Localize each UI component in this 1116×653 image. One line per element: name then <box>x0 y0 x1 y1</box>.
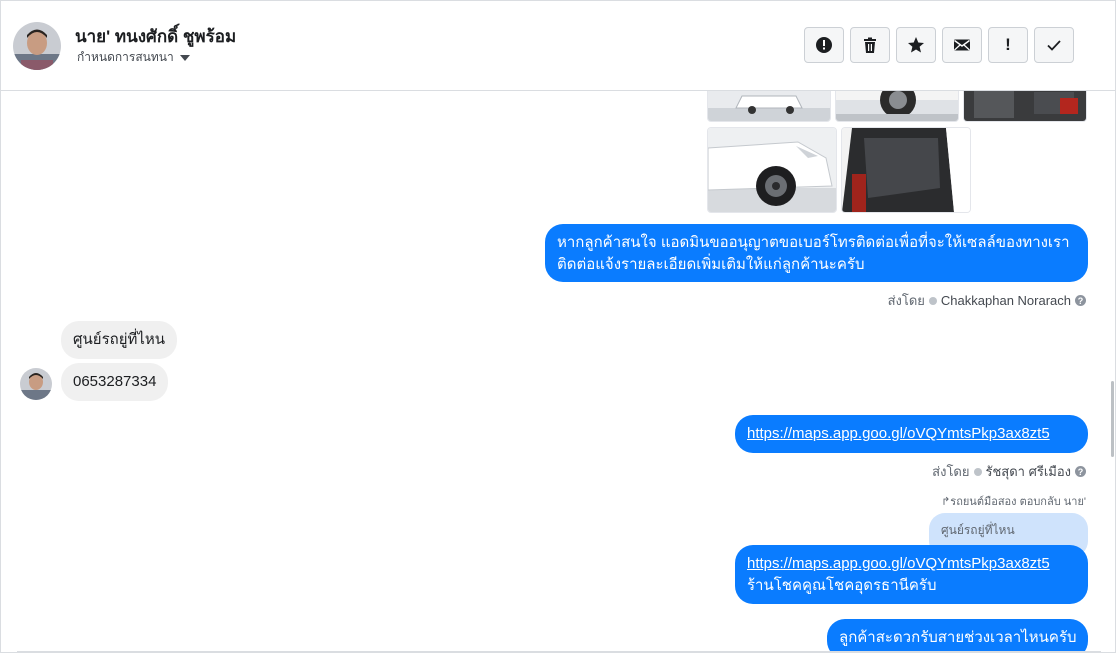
sent-by-label: ส่งโดย Chakkaphan Norarach ? <box>888 290 1086 311</box>
message-text: ศูนย์รถยู่ที่ไหน <box>73 331 166 348</box>
message-text: ลูกค้าสะดวกรับสายช่วงเวลาไหนครับ <box>839 629 1077 646</box>
star-button[interactable] <box>896 27 936 63</box>
outgoing-message: ลูกค้าสะดวกรับสายช่วงเวลาไหนครับ <box>827 619 1088 652</box>
map-link[interactable]: https://maps.app.goo.gl/oVQYmtsPkp3ax8zt… <box>747 553 1076 575</box>
car-photo-4[interactable] <box>707 127 837 213</box>
assign-label: กำหนดการสนทนา <box>77 50 174 64</box>
conversation-header: นาย' ทนงศักดิ์ ชูพร้อม กำหนดการสนทนา ! <box>1 1 1115 91</box>
mark-done-button[interactable] <box>1034 27 1074 63</box>
help-icon[interactable]: ? <box>1075 295 1086 306</box>
message-text: 0653287334 <box>73 373 157 390</box>
sender-name[interactable]: Chakkaphan Norarach <box>941 293 1071 308</box>
sender-name[interactable]: รัชสุดา ศรีเมือง <box>986 461 1072 482</box>
reply-arrow-icon: ↱ <box>941 496 951 508</box>
reply-note-text: รถยนต์มือสอง ตอบกลับ นาย' <box>950 496 1086 508</box>
star-icon <box>908 37 924 53</box>
incoming-message: 0653287334 <box>61 363 169 401</box>
map-link[interactable]: https://maps.app.goo.gl/oVQYmtsPkp3ax8zt… <box>747 425 1050 442</box>
help-icon[interactable]: ? <box>1075 466 1086 477</box>
contact-name: นาย' ทนงศักดิ์ ชูพร้อม <box>75 27 237 46</box>
message-text: ร้านโชคคูณโชคอุดรธานีครับ <box>747 577 937 594</box>
message-text: ติดต่อแจ้งรายละเอียดเพิ่มเติมให้แก่ลูกค้… <box>557 256 865 273</box>
follow-up-icon: ! <box>1005 35 1011 54</box>
scrollbar-thumb[interactable] <box>1111 381 1114 457</box>
outgoing-message: หากลูกค้าสนใจ แอดมินขออนุญาตขอเบอร์โทรติ… <box>545 224 1088 282</box>
sent-by-prefix: ส่งโดย <box>887 293 925 308</box>
trash-icon <box>864 37 876 53</box>
sent-by-prefix: ส่งโดย <box>932 464 970 479</box>
message-text: หากลูกค้าสนใจ แอดมินขออนุญาตขอเบอร์โทรติ… <box>557 234 1070 251</box>
verified-icon <box>928 296 937 305</box>
composer-divider <box>17 651 1101 652</box>
caret-down-icon <box>179 55 190 61</box>
follow-up-button[interactable]: ! <box>988 27 1028 63</box>
reply-indicator: ↱รถยนต์มือสอง ตอบกลับ นาย' <box>941 492 1086 510</box>
spam-icon <box>816 37 832 53</box>
conversation-panel: นาย' ทนงศักดิ์ ชูพร้อม กำหนดการสนทนา ! ห… <box>0 0 1116 653</box>
check-icon <box>1047 40 1061 51</box>
mail-icon <box>954 39 970 51</box>
contact-avatar-small <box>20 368 52 400</box>
sent-by-label: ส่งโดย รัชสุดา ศรีเมือง ? <box>932 461 1086 482</box>
quoted-text: ศูนย์รถยู่ที่ไหน <box>941 523 1015 537</box>
mark-spam-button[interactable] <box>804 27 844 63</box>
mark-unread-button[interactable] <box>942 27 982 63</box>
header-actions: ! <box>804 27 1074 63</box>
delete-button[interactable] <box>850 27 890 63</box>
outgoing-message: https://maps.app.goo.gl/oVQYmtsPkp3ax8zt… <box>735 545 1088 604</box>
verified-icon <box>973 467 982 476</box>
car-photo-5[interactable] <box>841 127 971 213</box>
incoming-message: ศูนย์รถยู่ที่ไหน <box>61 321 178 359</box>
outgoing-message: https://maps.app.goo.gl/oVQYmtsPkp3ax8zt… <box>735 415 1088 453</box>
assign-conversation-dropdown[interactable]: กำหนดการสนทนา <box>77 48 190 67</box>
contact-avatar[interactable] <box>13 22 61 70</box>
